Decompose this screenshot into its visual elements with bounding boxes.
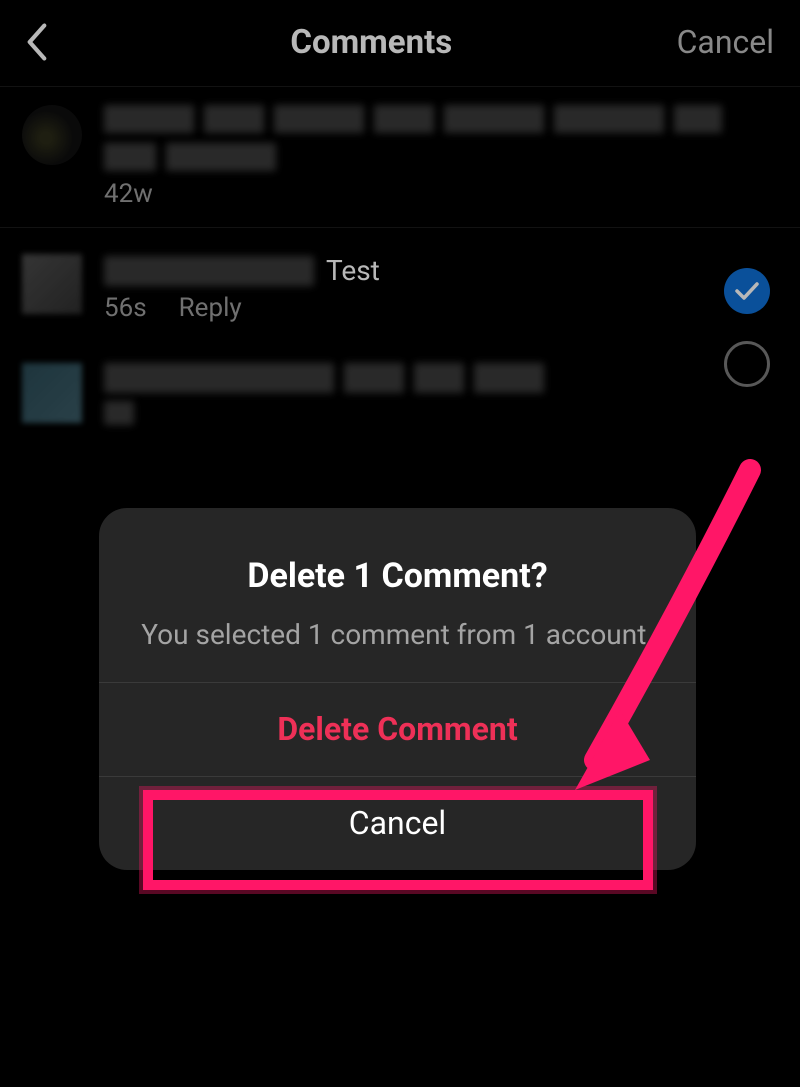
modal-cancel-button[interactable]: Cancel — [99, 776, 696, 870]
modal-title: Delete 1 Comment? — [139, 556, 656, 596]
modal-subtitle: You selected 1 comment from 1 account. — [139, 616, 656, 654]
delete-comment-button[interactable]: Delete Comment — [99, 682, 696, 776]
delete-confirm-modal: Delete 1 Comment? You selected 1 comment… — [99, 508, 696, 870]
